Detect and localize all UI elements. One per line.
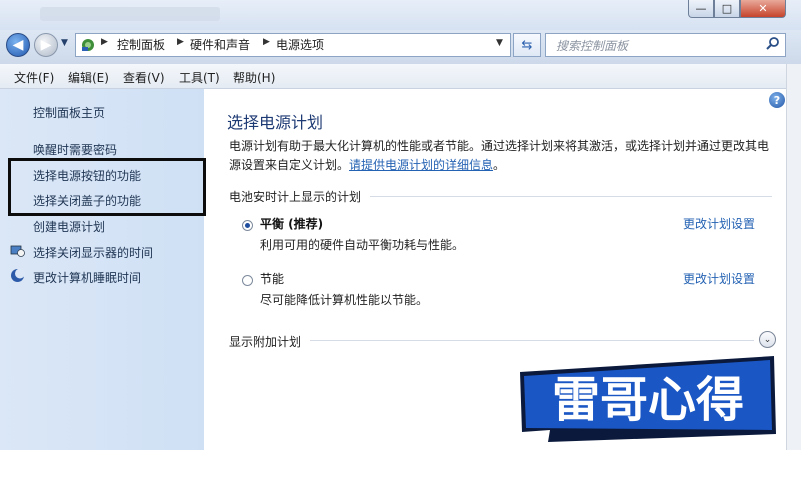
page-bottom xyxy=(0,450,801,500)
search-icon[interactable] xyxy=(765,36,781,52)
breadcrumb-separator-icon: ▶ xyxy=(101,37,108,47)
maximize-button[interactable]: □ xyxy=(714,0,740,18)
watermark-text: 雷哥心得 xyxy=(552,372,744,428)
plan-details-link[interactable]: 请提供电源计划的详细信息 xyxy=(349,158,493,172)
breadcrumb-power-options[interactable]: 电源选项 xyxy=(276,36,324,53)
sidebar-item-display-off-time[interactable]: 选择关闭显示器的时间 xyxy=(33,244,153,261)
breadcrumb-separator-icon: ▶ xyxy=(177,37,184,47)
plan-power-saver-desc: 尽可能降低计算机性能以节能。 xyxy=(260,293,429,307)
breadcrumb-hardware-sound[interactable]: 硬件和声音 xyxy=(190,36,250,53)
section-divider xyxy=(310,340,754,341)
menu-tools[interactable]: 工具(T) xyxy=(179,69,220,86)
menu-help[interactable]: 帮助(H) xyxy=(233,69,275,86)
breadcrumb-control-panel[interactable]: 控制面板 xyxy=(117,36,165,53)
help-icon[interactable]: ? xyxy=(769,92,785,108)
plan-balanced-desc: 利用可用的硬件自动平衡功耗与性能。 xyxy=(260,238,465,252)
section-battery-plans: 电池安时计上显示的计划 xyxy=(229,190,362,204)
plan-power-saver-radio[interactable] xyxy=(242,275,253,286)
sidebar-item-control-panel-home[interactable]: 控制面板主页 xyxy=(33,104,105,121)
sidebar-item-wake-password[interactable]: 唤醒时需要密码 xyxy=(33,141,117,158)
forward-button[interactable]: ▶ xyxy=(34,33,58,57)
watermark-logo: 雷哥心得 xyxy=(518,352,780,446)
section-more-plans[interactable]: 显示附加计划 xyxy=(229,333,301,350)
highlight-box xyxy=(8,158,206,216)
search-placeholder: 搜索控制面板 xyxy=(556,39,629,53)
refresh-button[interactable]: ⇆ xyxy=(513,33,541,57)
refresh-icon: ⇆ xyxy=(521,37,533,53)
minimize-button[interactable]: — xyxy=(688,0,714,18)
window-title-blurred xyxy=(40,7,220,21)
back-arrow-icon: ◀ xyxy=(12,37,24,53)
plan-power-saver-settings-link[interactable]: 更改计划设置 xyxy=(683,270,755,287)
plan-balanced-settings-link[interactable]: 更改计划设置 xyxy=(683,215,755,232)
moon-icon xyxy=(11,268,25,282)
page-title: 选择电源计划 xyxy=(227,113,324,132)
display-clock-icon xyxy=(10,245,25,257)
plan-balanced-radio[interactable] xyxy=(242,220,253,231)
sidebar-item-sleep-time[interactable]: 更改计算机睡眠时间 xyxy=(33,269,141,286)
expand-more-plans-button[interactable]: ⌄ xyxy=(759,331,776,348)
page-description: 电源计划有助于最大化计算机的性能或者节能。通过选择计划来将其激活，或选择计划并通… xyxy=(229,137,777,175)
window-right-edge xyxy=(786,64,801,450)
control-panel-icon xyxy=(82,39,94,51)
recent-pages-dropdown[interactable]: ▼ xyxy=(61,38,68,48)
breadcrumb-separator-icon: ▶ xyxy=(263,37,270,47)
menu-file[interactable]: 文件(F) xyxy=(14,69,54,86)
sidebar-item-create-plan[interactable]: 创建电源计划 xyxy=(33,218,105,235)
minimize-icon: — xyxy=(695,2,707,15)
plan-balanced-name[interactable]: 平衡 (推荐) xyxy=(260,215,323,232)
maximize-icon: □ xyxy=(721,2,733,15)
address-dropdown-icon[interactable]: ▼ xyxy=(496,38,503,48)
forward-arrow-icon: ▶ xyxy=(40,37,52,53)
section-divider xyxy=(370,196,772,197)
back-button[interactable]: ◀ xyxy=(6,33,30,57)
close-icon: ✕ xyxy=(758,2,768,15)
description-end: 。 xyxy=(493,158,506,172)
plan-power-saver-name[interactable]: 节能 xyxy=(260,270,284,287)
close-button[interactable]: ✕ xyxy=(740,0,786,18)
menu-view[interactable]: 查看(V) xyxy=(123,69,165,86)
menu-bar xyxy=(0,64,801,89)
menu-edit[interactable]: 编辑(E) xyxy=(68,69,109,86)
chevron-down-icon: ⌄ xyxy=(763,334,772,345)
